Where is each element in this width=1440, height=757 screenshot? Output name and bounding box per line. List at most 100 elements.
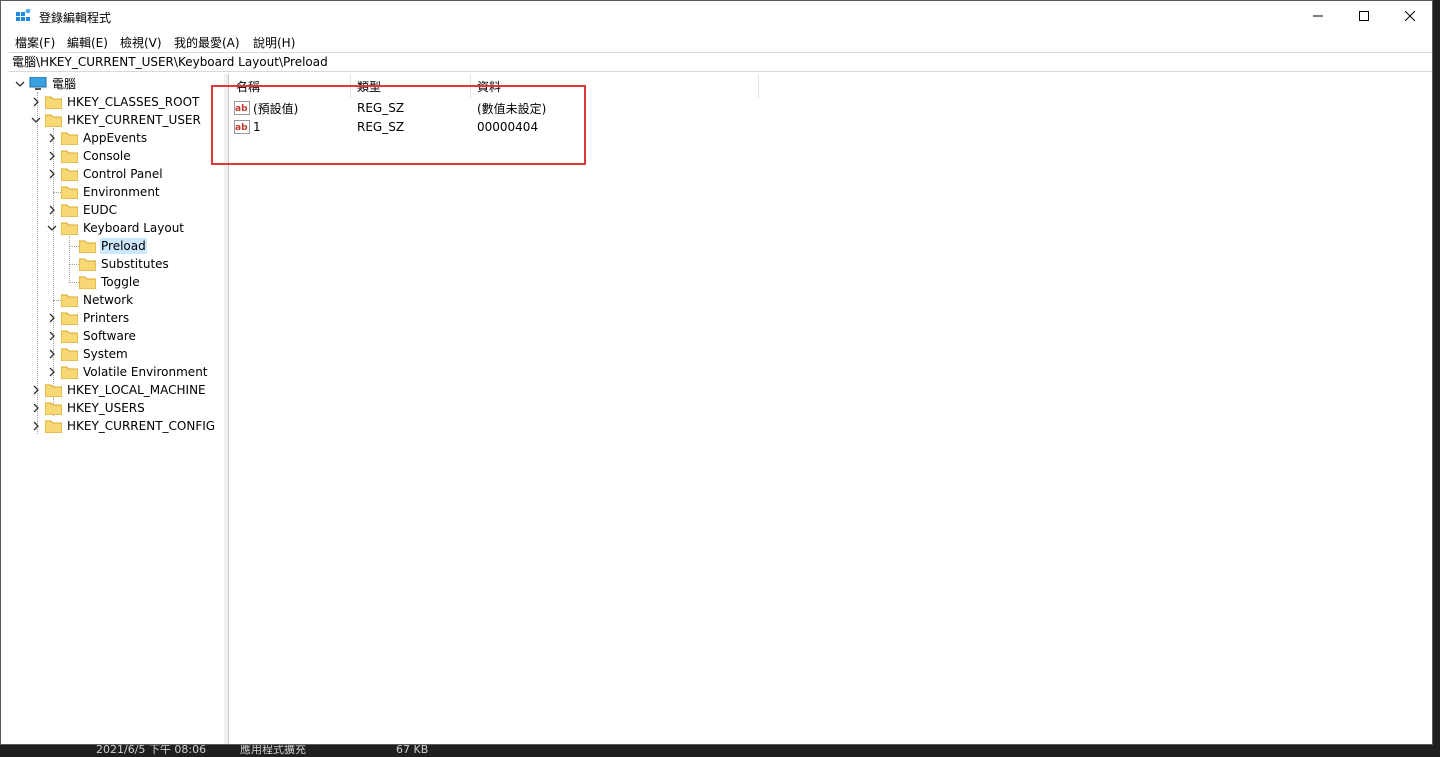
folder-icon xyxy=(61,168,78,181)
chevron-right-icon[interactable] xyxy=(47,349,57,359)
window-title: 登錄編輯程式 xyxy=(39,11,112,25)
folder-icon xyxy=(61,330,78,343)
tree-node-hklm[interactable]: HKEY_LOCAL_MACHINE xyxy=(31,381,207,399)
tree-node-appevents[interactable]: AppEvents xyxy=(47,129,148,147)
regedit-app-icon xyxy=(16,9,31,21)
tree-node-console[interactable]: Console xyxy=(47,147,132,165)
folder-icon xyxy=(61,366,78,379)
minimize-icon xyxy=(1313,15,1323,17)
chevron-right-icon[interactable] xyxy=(47,367,57,377)
annotation-highlight-box xyxy=(211,85,586,165)
folder-open-icon xyxy=(79,240,96,253)
folder-open-icon xyxy=(45,114,62,127)
value-list[interactable]: 名稱 類型 資料 ab (預設值) REG_SZ (數值未設定) ab 1 RE… xyxy=(230,74,1432,744)
chevron-right-icon[interactable] xyxy=(47,133,57,143)
menu-view[interactable]: 檢視(V) xyxy=(120,34,162,51)
tree-node-printers[interactable]: Printers xyxy=(47,309,130,327)
chevron-down-icon[interactable] xyxy=(15,79,25,89)
address-bar[interactable]: 電腦\HKEY_CURRENT_USER\Keyboard Layout\Pre… xyxy=(9,52,1432,72)
tree-node-volatile-environment[interactable]: Volatile Environment xyxy=(47,363,209,381)
tree-guide xyxy=(69,246,79,247)
chevron-right-icon[interactable] xyxy=(47,205,57,215)
tree-node-substitutes[interactable]: Substitutes xyxy=(79,255,170,273)
tree-label: HKEY_USERS xyxy=(67,401,145,415)
tree-label: Software xyxy=(83,329,136,343)
menu-help[interactable]: 說明(H) xyxy=(253,34,295,51)
chevron-right-icon[interactable] xyxy=(31,385,41,395)
tree-label: 電腦 xyxy=(52,77,77,91)
tree-label: Control Panel xyxy=(83,167,163,181)
folder-icon xyxy=(45,384,62,397)
tree-label: Network xyxy=(83,293,134,307)
chevron-right-icon[interactable] xyxy=(31,403,41,413)
column-separator[interactable] xyxy=(758,74,759,98)
folder-icon xyxy=(45,96,62,109)
tree-node-hkcr[interactable]: HKEY_CLASSES_ROOT xyxy=(31,93,200,111)
tree-node-eudc[interactable]: EUDC xyxy=(47,201,118,219)
close-button[interactable] xyxy=(1387,1,1433,31)
tree-node-hku[interactable]: HKEY_USERS xyxy=(31,399,146,417)
folder-icon xyxy=(61,150,78,163)
folder-icon xyxy=(61,312,78,325)
tree-guide xyxy=(53,192,61,193)
tree-label: HKEY_CURRENT_USER xyxy=(67,113,201,127)
tree-guide xyxy=(69,264,79,265)
chevron-right-icon[interactable] xyxy=(31,421,41,431)
tree-node-hkcu[interactable]: HKEY_CURRENT_USER xyxy=(31,111,202,129)
maximize-icon xyxy=(1359,11,1369,21)
maximize-button[interactable] xyxy=(1341,1,1387,31)
folder-icon xyxy=(61,348,78,361)
close-icon xyxy=(1405,11,1415,21)
folder-icon xyxy=(45,420,62,433)
tree-label: Substitutes xyxy=(101,257,169,271)
tree-label: Printers xyxy=(83,311,130,325)
chevron-right-icon[interactable] xyxy=(47,331,57,341)
menu-edit[interactable]: 編輯(E) xyxy=(67,34,108,51)
tree-label: Environment xyxy=(83,185,160,199)
tree-guide xyxy=(69,236,70,281)
folder-open-icon xyxy=(61,222,78,235)
tree-node-keyboard-layout[interactable]: Keyboard Layout xyxy=(47,219,185,237)
tree-label: System xyxy=(83,347,128,361)
chevron-right-icon[interactable] xyxy=(47,313,57,323)
tree-label: Keyboard Layout xyxy=(83,221,185,235)
tree-root-computer[interactable]: 電腦 xyxy=(15,75,77,93)
tree-label: AppEvents xyxy=(83,131,148,145)
tree-label: Toggle xyxy=(101,275,140,289)
menu-favorites[interactable]: 我的最愛(A) xyxy=(174,34,240,51)
tree-node-system[interactable]: System xyxy=(47,345,129,363)
tree-label: HKEY_LOCAL_MACHINE xyxy=(67,383,206,397)
tree-node-control-panel[interactable]: Control Panel xyxy=(47,165,164,183)
tree-label-selected: Preload xyxy=(100,238,147,254)
folder-icon xyxy=(61,294,78,307)
tree-node-network[interactable]: Network xyxy=(61,291,134,309)
menu-file[interactable]: 檔案(F) xyxy=(15,34,55,51)
folder-icon xyxy=(79,258,96,271)
computer-icon xyxy=(29,77,47,90)
chevron-right-icon[interactable] xyxy=(47,169,57,179)
key-tree[interactable]: 電腦 HKEY_CLASSES_ROOT HKEY_CURRENT_USER A… xyxy=(9,74,225,744)
folder-icon xyxy=(45,402,62,415)
chevron-down-icon[interactable] xyxy=(31,115,41,125)
tree-node-toggle[interactable]: Toggle xyxy=(79,273,141,291)
tree-label: Console xyxy=(83,149,131,163)
folder-icon xyxy=(61,186,78,199)
minimize-button[interactable] xyxy=(1295,1,1341,31)
tree-guide xyxy=(53,300,61,301)
chevron-right-icon[interactable] xyxy=(31,97,41,107)
tree-label: HKEY_CLASSES_ROOT xyxy=(67,95,200,109)
folder-icon xyxy=(61,132,78,145)
pane-splitter[interactable] xyxy=(224,74,229,744)
tree-label: HKEY_CURRENT_CONFIG xyxy=(67,419,216,433)
tree-node-software[interactable]: Software xyxy=(47,327,137,345)
tree-guide xyxy=(69,282,79,283)
tree-node-hkcc[interactable]: HKEY_CURRENT_CONFIG xyxy=(31,417,216,435)
folder-icon xyxy=(79,276,96,289)
tree-node-environment[interactable]: Environment xyxy=(61,183,161,201)
tree-node-preload[interactable]: Preload xyxy=(79,237,147,255)
tree-label: EUDC xyxy=(83,203,117,217)
regedit-window: 登錄編輯程式 檔案(F) 編輯(E) 檢視(V) 我的最愛(A) 說明(H) 電… xyxy=(0,0,1433,745)
chevron-right-icon[interactable] xyxy=(47,151,57,161)
title-bar[interactable]: 登錄編輯程式 xyxy=(1,1,1432,31)
chevron-down-icon[interactable] xyxy=(47,223,57,233)
